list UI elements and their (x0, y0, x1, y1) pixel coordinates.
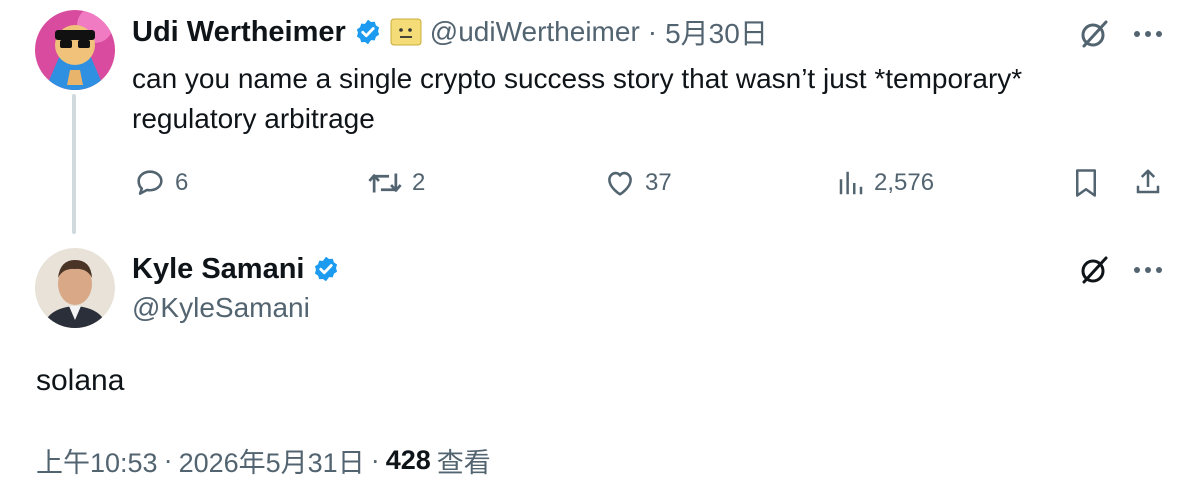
grok-icon[interactable] (1074, 250, 1114, 290)
affiliate-badge-icon (390, 18, 422, 46)
tweet-date[interactable]: 2026年5月31日 (179, 441, 365, 480)
parent-tweet-header: Udi Wertheimer @udiWertheimer · 5月30日 (132, 12, 768, 52)
main-tweet-header: Kyle Samani (132, 249, 340, 289)
header-separator: · (647, 16, 658, 47)
main-author-name[interactable]: Kyle Samani (132, 253, 304, 286)
reply-button[interactable]: 6 (133, 166, 188, 200)
views-label: 查看 (436, 448, 491, 478)
meta-separator: · (370, 445, 380, 475)
reply-icon (133, 166, 167, 200)
main-author-avatar[interactable] (35, 248, 115, 328)
views-button[interactable]: 2,576 (836, 166, 934, 200)
grok-icon[interactable] (1074, 14, 1114, 54)
more-options-icon[interactable] (1128, 14, 1168, 54)
like-count: 37 (645, 169, 672, 196)
parent-tweet-text: can you name a single crypto success sto… (132, 63, 1023, 134)
verified-badge-icon (312, 255, 340, 283)
bookmark-button[interactable] (1068, 166, 1104, 200)
parent-author-name[interactable]: Udi Wertheimer (132, 16, 346, 49)
reply-count: 6 (175, 169, 189, 196)
analytics-icon (836, 168, 866, 198)
heart-icon (603, 166, 637, 200)
main-author-handle[interactable]: @KyleSamani (132, 292, 310, 324)
parent-tweet-date[interactable]: 5月30日 (665, 12, 768, 52)
retweet-button[interactable]: 2 (366, 166, 425, 200)
thread-connector-line (72, 94, 76, 234)
parent-author-handle[interactable]: @udiWertheimer (430, 16, 640, 48)
share-button[interactable] (1130, 164, 1166, 200)
tweet-metadata: 上午10:53 · 2026年5月31日 · 428 查看 (36, 441, 491, 480)
like-button[interactable]: 37 (603, 166, 672, 200)
share-icon (1133, 167, 1163, 197)
meta-separator: · (163, 445, 173, 475)
bookmark-icon (1073, 168, 1099, 198)
verified-badge-icon (354, 18, 382, 46)
view-count: 2,576 (874, 169, 935, 196)
main-tweet-text: solana (36, 364, 125, 397)
parent-author-avatar[interactable] (35, 10, 115, 90)
views-count: 428 (385, 445, 431, 475)
more-options-icon[interactable] (1128, 250, 1168, 290)
retweet-icon (366, 166, 404, 200)
tweet-time[interactable]: 上午10:53 (36, 441, 158, 480)
retweet-count: 2 (412, 169, 426, 196)
